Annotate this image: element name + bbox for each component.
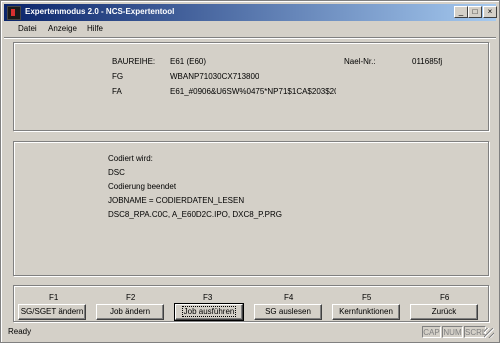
vehicle-info-panel: BAUREIHE: E61 (E60) FG WBANP71030CX71380… [13, 42, 489, 131]
fg-label: FG [112, 72, 124, 81]
fkey-label-f2: F2 [126, 293, 136, 302]
zurueck-button[interactable]: Zurück [410, 304, 478, 320]
job-aendern-button[interactable]: Job ändern [96, 304, 164, 320]
button-label: SG/SGET ändern [20, 307, 84, 316]
output-line: DSC8_RPA.C0C, A_E60D2C.IPO, DXC8_P.PRG [108, 210, 282, 219]
sg-auslesen-button[interactable]: SG auslesen [254, 304, 322, 320]
minimize-button[interactable]: _ [454, 6, 468, 18]
button-label: Kernfunktionen [339, 307, 393, 316]
button-label: Job ändern [109, 307, 151, 316]
output-line: JOBNAME = CODIERDATEN_LESEN [108, 196, 245, 205]
naelnr-value: 011685fj [412, 57, 443, 66]
app-icon [7, 6, 21, 20]
menu-anzeige[interactable]: Anzeige [48, 24, 77, 33]
cap-indicator: CAP [422, 326, 441, 338]
fkey-label-f4: F4 [284, 293, 294, 302]
output-line: DSC [108, 168, 125, 177]
output-panel: Codiert wird: DSC Codierung beendet JOBN… [13, 141, 489, 276]
baureihe-value: E61 (E60) [170, 57, 207, 66]
sg-sget-aendern-button[interactable]: SG/SGET ändern [18, 304, 86, 320]
fkey-label-f3: F3 [203, 293, 213, 302]
title-bar[interactable]: Expertenmodus 2.0 - NCS-Expertentool _ □… [4, 4, 497, 21]
status-bar: Ready CAP NUM SCRL [4, 324, 496, 340]
fa-label: FA [112, 87, 122, 96]
status-text: Ready [8, 327, 32, 336]
job-ausfuehren-button[interactable]: Job ausführen [174, 303, 244, 321]
button-label: Job ausführen [181, 306, 237, 317]
output-line: Codiert wird: [108, 154, 153, 163]
num-indicator: NUM [442, 326, 463, 338]
fkey-label-f6: F6 [440, 293, 450, 302]
maximize-button[interactable]: □ [468, 6, 482, 18]
menu-bar: Datei Anzeige Hilfe [4, 22, 496, 38]
output-line: Codierung beendet [108, 182, 177, 191]
naelnr-label: Nael-Nr.: [344, 57, 376, 66]
button-label: SG auslesen [265, 307, 311, 316]
menu-datei[interactable]: Datei [18, 24, 37, 33]
main-window: Expertenmodus 2.0 - NCS-Expertentool _ □… [0, 0, 500, 343]
window-title: Expertenmodus 2.0 - NCS-Expertentool [25, 7, 175, 16]
menu-hilfe[interactable]: Hilfe [87, 24, 103, 33]
close-button[interactable]: × [483, 6, 497, 18]
fkey-label-f1: F1 [49, 293, 59, 302]
button-label: Zurück [431, 307, 457, 316]
fkey-label-f5: F5 [362, 293, 372, 302]
scrl-indicator: SCRL [464, 326, 487, 338]
resize-grip-icon[interactable] [484, 328, 494, 338]
fg-value: WBANP71030CX713800 [170, 72, 260, 81]
fa-value: E61_#0906&U6SW%0475*NP71$1CA$203$205§ [170, 87, 336, 96]
kernfunktionen-button[interactable]: Kernfunktionen [332, 304, 400, 320]
baureihe-label: BAUREIHE: [112, 57, 156, 66]
